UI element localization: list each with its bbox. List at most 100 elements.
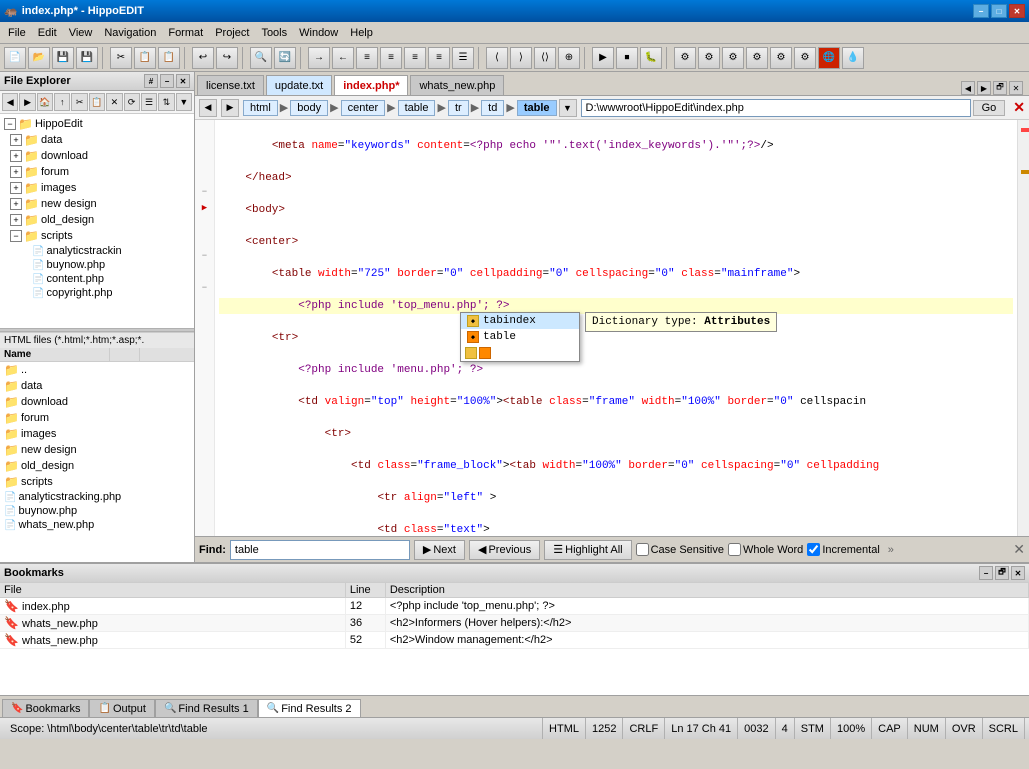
fe-file-whatsnew[interactable]: 📄 whats_new.php (0, 518, 194, 532)
code-editor[interactable]: − ▶ − − <m (195, 120, 1029, 536)
gutter-6[interactable]: ▶ (195, 200, 214, 216)
tree-expand-newdesign[interactable]: + (10, 198, 22, 210)
tree-item-scripts[interactable]: − 📁 scripts (2, 228, 192, 244)
tree-item-buynow[interactable]: 📄 buynow.php (2, 258, 192, 272)
find-next-button[interactable]: ▶ Next (414, 540, 465, 560)
nav-back[interactable]: ◀ (199, 99, 217, 117)
bc-table1[interactable]: table (398, 100, 436, 116)
fe-file-scripts[interactable]: 📁 scripts (0, 474, 194, 490)
maximize-button[interactable]: □ (991, 4, 1007, 18)
tree-expand-download[interactable]: + (10, 150, 22, 162)
fe-file-images[interactable]: 📁 images (0, 426, 194, 442)
settings-btn3[interactable]: ⚙ (722, 47, 744, 69)
gutter-7[interactable] (195, 216, 214, 232)
tree-expand-images[interactable]: + (10, 182, 22, 194)
tree-item-analyticstrack[interactable]: 📄 analyticstrackin (2, 244, 192, 258)
incremental-check[interactable] (807, 543, 820, 556)
bc-body[interactable]: body (290, 100, 328, 116)
fe-view-button[interactable]: ☰ (141, 93, 157, 111)
gutter-11[interactable]: − (195, 280, 214, 296)
nav-close[interactable]: ✕ (1013, 99, 1025, 116)
gutter-19[interactable] (195, 408, 214, 424)
bm-row-3[interactable]: 🔖 whats_new.php 52 <h2>Window management… (0, 632, 1029, 649)
highlight-all-button[interactable]: ☰ Highlight All (544, 540, 631, 560)
tree-item-content[interactable]: 📄 content.php (2, 272, 192, 286)
fe-file-data[interactable]: 📁 data (0, 378, 194, 394)
gutter-15[interactable] (195, 344, 214, 360)
go-button[interactable]: Go (973, 100, 1006, 116)
list-button[interactable]: ☰ (452, 47, 474, 69)
unindent-button[interactable]: ← (332, 47, 354, 69)
case-sensitive-check[interactable] (636, 543, 649, 556)
align-button[interactable]: ≡ (356, 47, 378, 69)
bc-table2[interactable]: table (517, 100, 557, 116)
gutter-20[interactable] (195, 424, 214, 440)
ac-item-tabindex[interactable]: ◆ tabindex (461, 313, 579, 329)
open-button[interactable]: 📂 (28, 47, 50, 69)
tree-item-images[interactable]: + 📁 images (2, 180, 192, 196)
tab-close[interactable]: ✕ (1009, 81, 1023, 95)
gutter-17[interactable] (195, 376, 214, 392)
bm-row-2[interactable]: 🔖 whats_new.php 36 <h2>Informers (Hover … (0, 615, 1029, 632)
gutter-1[interactable] (195, 120, 214, 136)
water-button[interactable]: 💧 (842, 47, 864, 69)
fe-file-download[interactable]: 📁 download (0, 394, 194, 410)
browse-btn3[interactable]: ⟨⟩ (534, 47, 556, 69)
gutter-9[interactable]: − (195, 248, 214, 264)
find-more-icon[interactable]: » (888, 544, 894, 556)
replace-button[interactable]: 🔄 (274, 47, 296, 69)
gutter-5[interactable]: − (195, 184, 214, 200)
tree-expand-scripts[interactable]: − (10, 230, 22, 242)
fe-file-forum[interactable]: 📁 forum (0, 410, 194, 426)
close-button[interactable]: ✕ (1009, 4, 1025, 18)
gutter-2[interactable] (195, 136, 214, 152)
fe-pin-button[interactable]: # (144, 74, 158, 88)
menu-window[interactable]: Window (293, 25, 344, 41)
save-all-button[interactable]: 💾 (76, 47, 98, 69)
settings-btn6[interactable]: ⚙ (794, 47, 816, 69)
fe-refresh-button[interactable]: ⟳ (124, 93, 140, 111)
gutter-22[interactable] (195, 456, 214, 472)
tab-whatsnew[interactable]: whats_new.php (410, 75, 504, 95)
gutter-8[interactable] (195, 232, 214, 248)
menu-help[interactable]: Help (344, 25, 379, 41)
debug-button[interactable]: 🐛 (640, 47, 662, 69)
undo-button[interactable]: ↩ (192, 47, 214, 69)
menu-view[interactable]: View (63, 25, 99, 41)
fe-back-button[interactable]: ◀ (2, 93, 18, 111)
minimize-button[interactable]: − (973, 4, 989, 18)
menu-edit[interactable]: Edit (32, 25, 63, 41)
browse-btn4[interactable]: ⊕ (558, 47, 580, 69)
bm-restore-button[interactable]: 🗗 (995, 566, 1009, 580)
gutter-21[interactable] (195, 440, 214, 456)
save-button[interactable]: 💾 (52, 47, 74, 69)
redo-button[interactable]: ↪ (216, 47, 238, 69)
menu-navigation[interactable]: Navigation (98, 25, 162, 41)
btab-output[interactable]: 📋 Output (89, 699, 154, 717)
find-input[interactable] (230, 540, 410, 560)
bm-row-1[interactable]: 🔖 index.php 12 <?php include 'top_menu.p… (0, 598, 1029, 615)
tab-nav-left[interactable]: ◀ (961, 81, 975, 95)
tab-restore[interactable]: 🗗 (993, 81, 1007, 95)
gutter-14[interactable] (195, 328, 214, 344)
align3-button[interactable]: ≡ (404, 47, 426, 69)
tab-nav-right[interactable]: ▶ (977, 81, 991, 95)
settings-btn5[interactable]: ⚙ (770, 47, 792, 69)
tree-expand-olddesign[interactable]: + (10, 214, 22, 226)
tree-item-data[interactable]: + 📁 data (2, 132, 192, 148)
fe-min-button[interactable]: − (160, 74, 174, 88)
find-prev-button[interactable]: ◀ Previous (469, 540, 540, 560)
gutter-4[interactable] (195, 168, 214, 184)
settings-btn2[interactable]: ⚙ (698, 47, 720, 69)
menu-file[interactable]: File (2, 25, 32, 41)
web-button[interactable]: 🌐 (818, 47, 840, 69)
gutter-3[interactable] (195, 152, 214, 168)
tree-item-download[interactable]: + 📁 download (2, 148, 192, 164)
cut-button[interactable]: ✂ (110, 47, 132, 69)
whole-word-check[interactable] (728, 543, 741, 556)
stop-button[interactable]: ⏹ (616, 47, 638, 69)
tree-expand-data[interactable]: + (10, 134, 22, 146)
btab-findresults1[interactable]: 🔍 Find Results 1 (155, 699, 258, 717)
fe-file-newdesign[interactable]: 📁 new design (0, 442, 194, 458)
tab-license[interactable]: license.txt (197, 75, 264, 95)
